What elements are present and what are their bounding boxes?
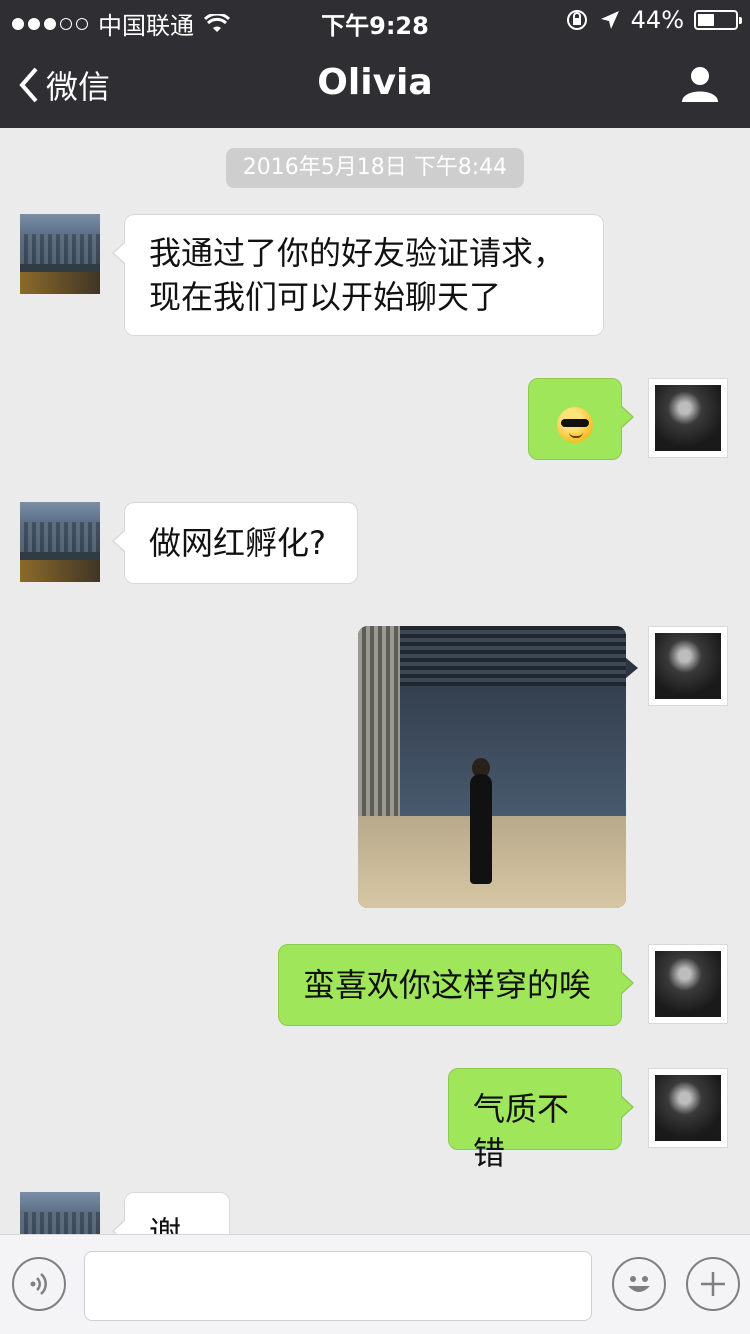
message-bubble-outgoing[interactable]: [528, 378, 634, 460]
my-avatar[interactable]: [648, 626, 728, 706]
profile-icon[interactable]: [680, 64, 720, 104]
message-input[interactable]: [84, 1251, 592, 1321]
message-bubble-incoming[interactable]: 我通过了你的好友验证请求， 现在我们可以开始聊天了: [112, 214, 604, 336]
my-avatar[interactable]: [648, 1068, 728, 1148]
message-text: 我通过了你的好友验证请求，: [149, 234, 566, 272]
my-avatar[interactable]: [648, 944, 728, 1024]
contact-avatar[interactable]: [20, 1192, 100, 1234]
smiley-icon: [628, 1276, 650, 1292]
message-bubble-incoming[interactable]: 做网红孵化?: [112, 502, 358, 584]
location-icon: [600, 11, 619, 29]
battery-percent: 44%: [630, 6, 684, 34]
more-button[interactable]: [686, 1257, 740, 1311]
contact-avatar[interactable]: [20, 502, 100, 582]
rotation-lock-icon: [566, 10, 587, 30]
nav-bar: 微信 Olivia: [0, 40, 750, 128]
message-text: 气质不错: [473, 1090, 570, 1172]
voice-icon: [30, 1273, 47, 1295]
message-text: 蛮喜欢你这样穿的唉: [303, 966, 592, 1004]
message-text: 做网红孵化?: [149, 524, 326, 562]
message-bubble-outgoing[interactable]: 蛮喜欢你这样穿的唉: [278, 944, 634, 1026]
image-bubble-tail: [626, 658, 638, 678]
message-bubble-incoming[interactable]: 谢谢: [112, 1192, 230, 1234]
message-text: 谢谢: [149, 1214, 182, 1234]
input-bar: [0, 1234, 750, 1334]
plus-icon: [701, 1272, 725, 1296]
contact-avatar[interactable]: [20, 214, 100, 294]
chat-area[interactable]: 2016年5月18日 下午8:44 我通过了你的好友验证请求， 现在我们可以开始…: [0, 128, 750, 1234]
cool-smirk-emoji-icon: [557, 407, 593, 443]
message-bubble-outgoing[interactable]: 气质不错: [448, 1068, 634, 1172]
my-avatar[interactable]: [648, 378, 728, 458]
message-timestamp: 2016年5月18日 下午8:44: [226, 148, 524, 188]
battery-icon: [694, 10, 742, 30]
image-message[interactable]: [358, 626, 626, 908]
message-text: 现在我们可以开始聊天了: [149, 278, 502, 316]
page-title: Olivia: [317, 62, 433, 103]
status-bar: 中国联通 下午9:28 44%: [0, 0, 750, 40]
emoji-button[interactable]: [612, 1257, 666, 1311]
voice-button[interactable]: [12, 1257, 66, 1311]
